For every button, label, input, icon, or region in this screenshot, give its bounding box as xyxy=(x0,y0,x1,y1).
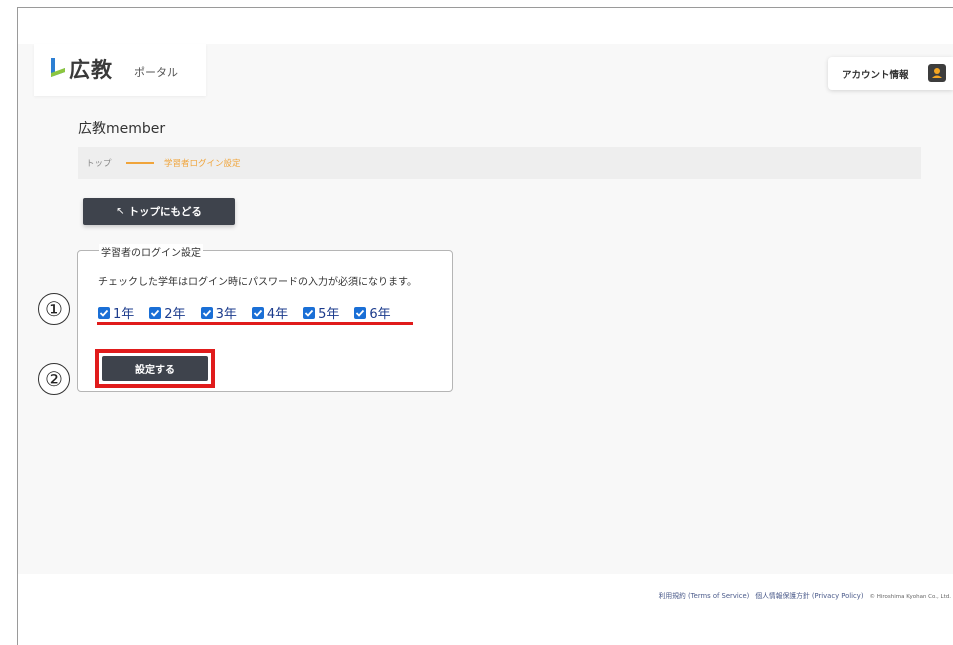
grade-2-checkbox[interactable]: 2年 xyxy=(149,303,186,322)
grade-3-checkbox[interactable]: 3年 xyxy=(200,303,237,322)
checkbox-checked-icon[interactable] xyxy=(149,306,162,319)
back-to-top-button[interactable]: ↖ トップにもどる xyxy=(83,198,235,225)
grade-6-checkbox[interactable]: 6年 xyxy=(354,303,391,322)
footer: 利用規約 (Terms of Service) 個人情報保護方針 (Privac… xyxy=(18,574,953,645)
breadcrumb-home-link[interactable]: トップ xyxy=(86,157,112,169)
annotation-underline xyxy=(97,322,413,325)
logo-subtext: ポータル xyxy=(134,66,178,79)
logo-mark-icon xyxy=(51,58,65,77)
checkbox-checked-icon[interactable] xyxy=(98,306,110,319)
checkbox-checked-icon[interactable] xyxy=(200,306,213,319)
logo-text: 広教 xyxy=(69,58,113,82)
footer-links: 利用規約 (Terms of Service) 個人情報保護方針 (Privac… xyxy=(659,590,951,600)
breadcrumb-separator xyxy=(126,162,154,164)
login-settings-legend: 学習者のログイン設定 xyxy=(99,244,203,259)
page: 広教 ポータル アカウント情報 広教member トップ 学習者ログイン設定 ↖… xyxy=(18,8,953,645)
grade-3-label: 3年 xyxy=(215,307,237,322)
checkbox-checked-icon[interactable] xyxy=(303,306,316,319)
login-settings-description: チェックした学年はログイン時にパスワードの入力が必須になります。 xyxy=(98,277,417,288)
grade-1-label: 1年 xyxy=(113,307,135,322)
annotation-highlight-box xyxy=(95,349,215,388)
page-title: 広教member xyxy=(78,121,166,137)
account-info-label: アカウント情報 xyxy=(842,70,909,81)
logo[interactable]: 広教 ポータル xyxy=(34,44,206,96)
grade-6-label: 6年 xyxy=(369,307,391,322)
terms-link[interactable]: 利用規約 (Terms of Service) xyxy=(659,590,750,600)
annotation-marker-2: ② xyxy=(38,363,70,395)
account-info-button[interactable]: アカウント情報 xyxy=(828,57,953,90)
checkbox-checked-icon[interactable] xyxy=(251,306,264,319)
grade-4-label: 4年 xyxy=(266,307,289,322)
checkbox-checked-icon[interactable] xyxy=(354,306,367,319)
grade-5-label: 5年 xyxy=(318,307,340,322)
back-arrow-icon: ↖ xyxy=(116,206,125,217)
grade-2-label: 2年 xyxy=(164,307,186,322)
back-to-top-label: トップにもどる xyxy=(128,206,202,218)
copyright-text: © Hiroshima Kyohan Co., Ltd. xyxy=(869,594,951,600)
breadcrumb: トップ 学習者ログイン設定 xyxy=(78,147,921,179)
grade-checkbox-group: 1年 2年 3年 4年 5年 6年 xyxy=(98,303,391,322)
grade-5-checkbox[interactable]: 5年 xyxy=(303,303,339,322)
breadcrumb-current: 学習者ログイン設定 xyxy=(164,159,241,169)
user-icon xyxy=(928,64,946,82)
annotation-marker-1: ① xyxy=(38,293,70,325)
grade-1-checkbox[interactable]: 1年 xyxy=(98,303,134,322)
privacy-link[interactable]: 個人情報保護方針 (Privacy Policy) xyxy=(755,590,863,600)
grade-4-checkbox[interactable]: 4年 xyxy=(251,303,289,322)
